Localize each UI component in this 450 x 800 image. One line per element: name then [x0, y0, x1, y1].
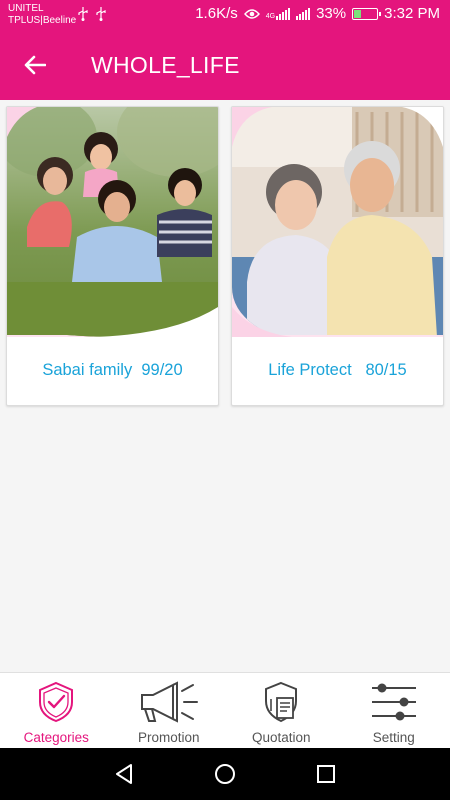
shield-document-icon — [265, 681, 298, 723]
sliders-icon — [371, 683, 416, 721]
battery-icon — [352, 7, 382, 20]
megaphone-icon — [140, 681, 198, 723]
back-button[interactable] — [18, 48, 52, 82]
nav-label: Promotion — [137, 730, 200, 745]
product-label: Sabai family 99/20 — [42, 361, 183, 379]
product-card-life-protect[interactable]: Life Protect 80/15 — [231, 106, 444, 406]
nav-label: Setting — [372, 730, 415, 745]
usb-icon — [78, 7, 88, 21]
product-label: Life Protect 80/15 — [268, 361, 407, 379]
network-speed: 1.6K/s — [195, 5, 238, 22]
system-navigation-bar — [0, 748, 450, 800]
status-bar: UNITEL TPLUS|Beeline 1.6K/s 4G 33% 3:32 … — [0, 0, 450, 30]
page-title: WHOLE_LIFE — [91, 52, 240, 78]
clock: 3:32 PM — [384, 5, 440, 22]
status-indicators: 1.6K/s 4G 33% 3:32 PM — [195, 5, 440, 22]
eye-icon — [243, 8, 260, 19]
signal-icon — [296, 7, 311, 20]
nav-label: Quotation — [251, 730, 311, 745]
arrow-left-icon — [24, 55, 46, 75]
nav-item-categories[interactable]: Categories — [0, 673, 113, 748]
recents-square-icon[interactable] — [314, 762, 338, 786]
back-triangle-icon[interactable] — [112, 762, 136, 786]
usb-icon — [96, 7, 106, 21]
shield-check-icon — [39, 681, 74, 723]
home-circle-icon[interactable] — [213, 762, 237, 786]
app-bar: WHOLE_LIFE — [0, 30, 450, 100]
carrier-info: UNITEL TPLUS|Beeline — [8, 3, 76, 27]
product-card-sabai-family[interactable]: Sabai family 99/20 — [6, 106, 219, 406]
bottom-navigation: Categories Promotion Quotation Setting — [0, 672, 450, 748]
usb-icons — [78, 7, 106, 21]
battery-percent: 33% — [316, 5, 347, 22]
nav-item-quotation[interactable]: Quotation — [225, 673, 338, 748]
family-photo — [7, 107, 218, 337]
signal-4g: 4G — [265, 7, 291, 20]
nav-label: Categories — [23, 730, 89, 745]
nav-item-promotion[interactable]: Promotion — [113, 673, 226, 748]
network-badge: 4G — [265, 13, 276, 20]
nav-item-setting[interactable]: Setting — [338, 673, 450, 748]
elderly-couple-photo — [232, 107, 443, 337]
carrier-line-1: UNITEL — [8, 3, 44, 14]
signal-icon — [276, 7, 291, 20]
carrier-line-2: TPLUS|Beeline — [8, 15, 77, 26]
